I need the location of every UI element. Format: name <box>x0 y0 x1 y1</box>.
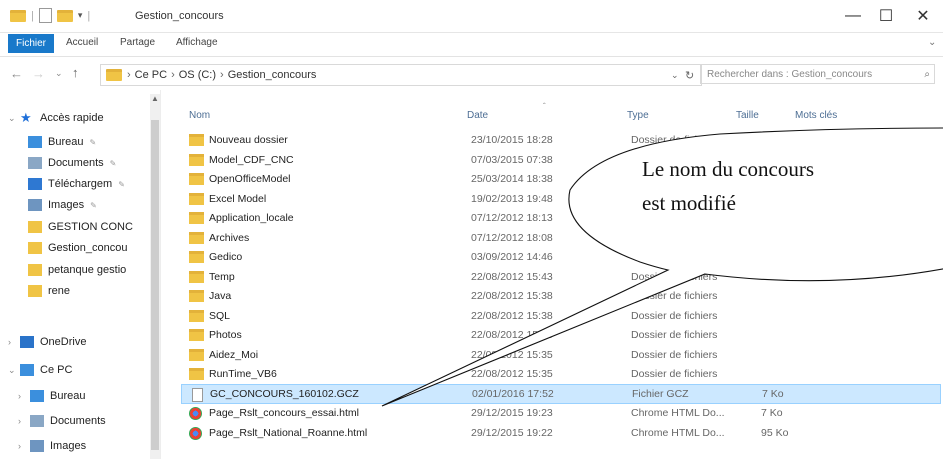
callout-text: Le nom du concours est modifié <box>642 152 814 220</box>
callout-bubble <box>381 127 943 407</box>
callout-line-1: Le nom du concours <box>642 157 815 181</box>
callout-line-2: est modifié <box>642 191 736 215</box>
